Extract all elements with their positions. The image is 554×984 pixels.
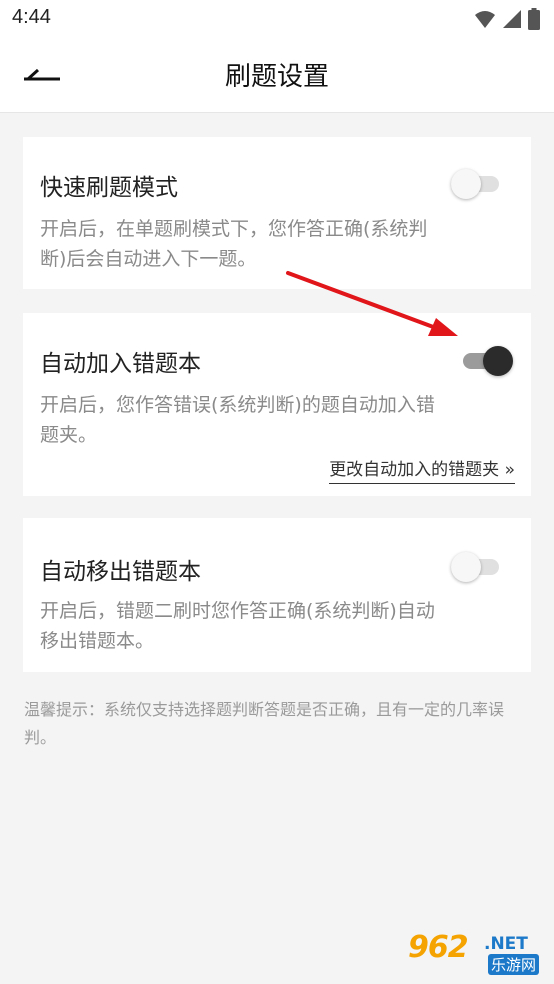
watermark-label: 乐游网 xyxy=(488,954,540,975)
setting-card-auto-add: 自动加入错题本 开启后，您作答错误(系统判断)的题自动加入错题夹。 更改自动加入… xyxy=(23,313,531,496)
wifi-icon xyxy=(475,11,495,28)
watermark-suffix: .NET xyxy=(484,934,528,954)
page-title: 刷题设置 xyxy=(224,62,329,92)
quick-mode-toggle[interactable] xyxy=(451,167,499,201)
tip-text: 温馨提示：系统仅支持选择题判断答题是否正确，且有一定的几率误判。 xyxy=(24,700,505,747)
watermark-logo: 962 .NET 乐游网 xyxy=(406,930,546,978)
setting-title-auto-remove: 自动移出错题本 xyxy=(40,559,201,585)
signal-icon xyxy=(503,10,521,28)
watermark-number: 962 xyxy=(408,930,469,965)
app-header: 刷题设置 xyxy=(0,38,554,113)
change-folder-link[interactable]: 更改自动加入的错题夹 » xyxy=(329,455,515,484)
toggle-thumb xyxy=(483,346,513,376)
toggle-thumb xyxy=(451,552,481,582)
setting-title-quick-mode: 快速刷题模式 xyxy=(40,175,178,201)
status-bar: 4:44 xyxy=(0,0,554,38)
setting-desc-auto-add: 开启后，您作答错误(系统判断)的题自动加入错题夹。 xyxy=(40,394,435,446)
status-time: 4:44 xyxy=(12,6,51,28)
setting-desc-auto-remove: 开启后，错题二刷时您作答正确(系统判断)自动移出错题本。 xyxy=(40,600,435,652)
setting-card-quick-mode: 快速刷题模式 开启后，在单题刷模式下，您作答正确(系统判断)后会自动进入下一题。 xyxy=(23,137,531,289)
status-icons xyxy=(474,8,540,30)
setting-card-auto-remove: 自动移出错题本 开启后，错题二刷时您作答正确(系统判断)自动移出错题本。 xyxy=(23,518,531,672)
setting-desc-quick-mode: 开启后，在单题刷模式下，您作答正确(系统判断)后会自动进入下一题。 xyxy=(40,218,428,270)
battery-icon xyxy=(528,8,540,30)
auto-add-toggle[interactable] xyxy=(463,344,513,378)
auto-remove-toggle[interactable] xyxy=(451,550,499,584)
setting-title-auto-add: 自动加入错题本 xyxy=(40,351,201,377)
toggle-thumb xyxy=(451,169,481,199)
